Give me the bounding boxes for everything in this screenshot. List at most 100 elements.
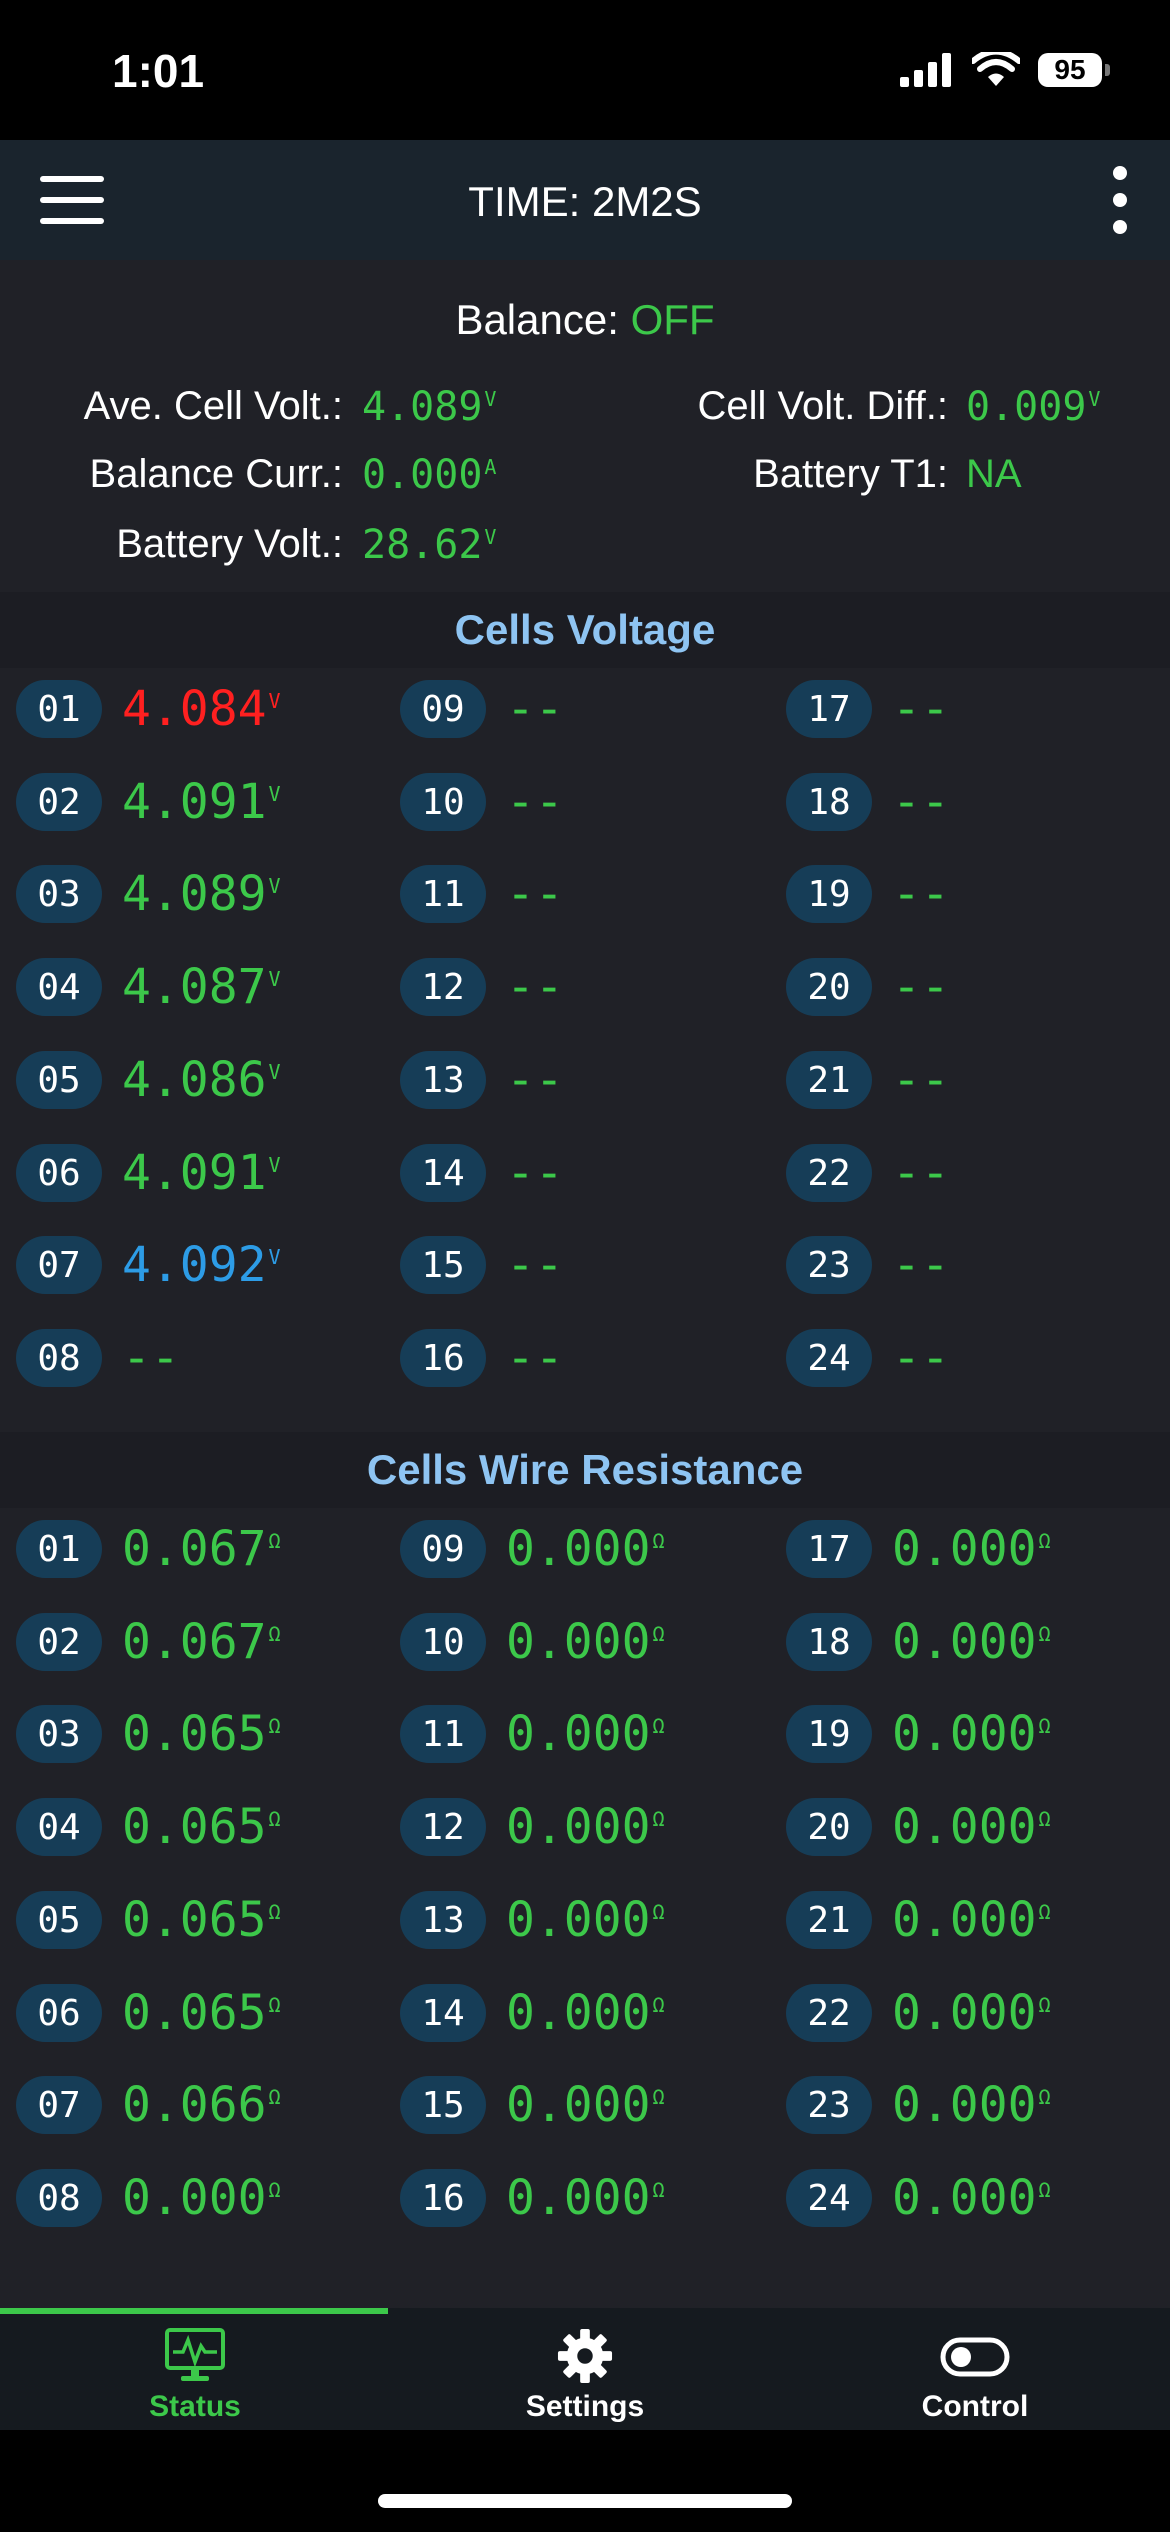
resistance-cell-value: 0.000 Ω xyxy=(506,1985,665,2041)
home-indicator-area xyxy=(0,2430,1170,2532)
voltage-cell-value: -- xyxy=(892,774,950,830)
app-bar: TIME: 2M2S xyxy=(0,140,1170,260)
voltage-cell: 18 -- xyxy=(786,771,950,833)
voltage-cell-value: -- xyxy=(506,959,564,1015)
resistance-cell-number-badge: 08 xyxy=(16,2169,102,2227)
cells-voltage-title: Cells Voltage xyxy=(0,592,1170,668)
resistance-cell-value: 0.065 Ω xyxy=(122,1985,281,2041)
resistance-cell: 04 0.065 Ω xyxy=(16,1796,281,1858)
resistance-cell: 16 0.000 Ω xyxy=(400,2167,665,2229)
summary-row-3: Battery Volt.: 28.62 V xyxy=(0,522,1170,582)
battery-t1-value: NA xyxy=(966,452,1022,496)
resistance-cell-number-badge: 11 xyxy=(400,1705,486,1763)
ave-cell-volt-label: Ave. Cell Volt.: xyxy=(83,384,343,428)
active-tab-indicator xyxy=(0,2308,388,2314)
voltage-cell-value: 4.092 V xyxy=(122,1237,281,1293)
tab-status[interactable]: Status xyxy=(0,2318,390,2430)
resistance-cell-value: 0.000 Ω xyxy=(892,1521,1051,1577)
voltage-cell-value: 4.089 V xyxy=(122,866,281,922)
summary-row-2: Balance Curr.: 0.000 A Battery T1: NA xyxy=(0,452,1170,512)
voltage-cell-number-badge: 05 xyxy=(16,1051,102,1109)
resistance-cell-value: 0.066 Ω xyxy=(122,2077,281,2133)
resistance-cell: 09 0.000 Ω xyxy=(400,1518,665,1580)
voltage-cell-number-badge: 14 xyxy=(400,1144,486,1202)
balance-value: OFF xyxy=(630,296,715,343)
voltage-cell: 01 4.084 V xyxy=(16,678,281,740)
resistance-cell: 05 0.065 Ω xyxy=(16,1889,281,1951)
voltage-cell-number-badge: 16 xyxy=(400,1329,486,1387)
resistance-cell-number-badge: 22 xyxy=(786,1984,872,2042)
resistance-cell-number-badge: 07 xyxy=(16,2076,102,2134)
voltage-cell-value: 4.084 V xyxy=(122,681,281,737)
resistance-cell-number-badge: 05 xyxy=(16,1891,102,1949)
tab-control-label: Control xyxy=(921,2390,1029,2423)
resistance-cell: 20 0.000 Ω xyxy=(786,1796,1051,1858)
resistance-cell-value: 0.065 Ω xyxy=(122,1799,281,1855)
voltage-cell-value: 4.091 V xyxy=(122,1145,281,1201)
voltage-cell: 05 4.086 V xyxy=(16,1049,281,1111)
voltage-cell-number-badge: 18 xyxy=(786,773,872,831)
resistance-cell: 10 0.000 Ω xyxy=(400,1611,665,1673)
resistance-cell: 15 0.000 Ω xyxy=(400,2074,665,2136)
tab-status-label: Status xyxy=(149,2390,241,2423)
resistance-cell: 14 0.000 Ω xyxy=(400,1982,665,2044)
voltage-cell-value: -- xyxy=(892,1330,950,1386)
cells-voltage-grid: 01 4.084 V 02 4.091 V 03 4.089 V 04 4.087 V 05 4.086 V… xyxy=(0,678,1170,1498)
voltage-cell: 16 -- xyxy=(400,1327,564,1389)
voltage-cell-value: -- xyxy=(506,1330,564,1386)
voltage-cell: 13 -- xyxy=(400,1049,564,1111)
voltage-cell: 15 -- xyxy=(400,1234,564,1296)
voltage-cell-number-badge: 01 xyxy=(16,680,102,738)
resistance-cell-number-badge: 12 xyxy=(400,1798,486,1856)
tab-control[interactable]: Control xyxy=(780,2318,1170,2430)
voltage-cell: 06 4.091 V xyxy=(16,1142,281,1204)
voltage-cell-number-badge: 04 xyxy=(16,958,102,1016)
resistance-cell-number-badge: 02 xyxy=(16,1613,102,1671)
resistance-cell: 23 0.000 Ω xyxy=(786,2074,1051,2136)
voltage-cell-value: -- xyxy=(122,1330,180,1386)
voltage-cell: 08 -- xyxy=(16,1327,180,1389)
voltage-cell: 24 -- xyxy=(786,1327,950,1389)
resistance-cell: 06 0.065 Ω xyxy=(16,1982,281,2044)
cells-resistance-title: Cells Wire Resistance xyxy=(0,1432,1170,1508)
voltage-cell-number-badge: 03 xyxy=(16,865,102,923)
signal-icon xyxy=(900,53,951,87)
battery-volt-label: Battery Volt.: xyxy=(116,522,343,566)
resistance-cell: 01 0.067 Ω xyxy=(16,1518,281,1580)
resistance-cell-value: 0.000 Ω xyxy=(892,1892,1051,1948)
voltage-cell-number-badge: 07 xyxy=(16,1236,102,1294)
voltage-cell-number-badge: 17 xyxy=(786,680,872,738)
resistance-cell: 12 0.000 Ω xyxy=(400,1796,665,1858)
voltage-cell: 14 -- xyxy=(400,1142,564,1204)
home-indicator[interactable] xyxy=(378,2494,792,2508)
voltage-cell: 09 -- xyxy=(400,678,564,740)
voltage-cell-number-badge: 24 xyxy=(786,1329,872,1387)
resistance-cell-number-badge: 20 xyxy=(786,1798,872,1856)
voltage-cell-number-badge: 22 xyxy=(786,1144,872,1202)
resistance-cell: 17 0.000 Ω xyxy=(786,1518,1051,1580)
voltage-cell: 10 -- xyxy=(400,771,564,833)
gear-icon xyxy=(557,2328,613,2384)
resistance-cell: 13 0.000 Ω xyxy=(400,1889,665,1951)
voltage-cell-number-badge: 12 xyxy=(400,958,486,1016)
voltage-cell-value: -- xyxy=(506,681,564,737)
balance-status: Balance: OFF xyxy=(0,296,1170,344)
resistance-cell-number-badge: 06 xyxy=(16,1984,102,2042)
tab-settings[interactable]: Settings xyxy=(390,2318,780,2430)
cell-volt-diff-label: Cell Volt. Diff.: xyxy=(697,384,948,428)
resistance-cell-value: 0.000 Ω xyxy=(892,2170,1051,2226)
monitor-pulse-icon xyxy=(165,2328,225,2381)
voltage-cell: 07 4.092 V xyxy=(16,1234,281,1296)
resistance-cell-number-badge: 19 xyxy=(786,1705,872,1763)
resistance-cell: 24 0.000 Ω xyxy=(786,2167,1051,2229)
ave-cell-volt-value: 4.089 V xyxy=(362,384,497,430)
resistance-cell-value: 0.000 Ω xyxy=(892,1706,1051,1762)
resistance-cell: 02 0.067 Ω xyxy=(16,1611,281,1673)
resistance-cell-value: 0.000 Ω xyxy=(506,1799,665,1855)
voltage-cell-value: -- xyxy=(892,959,950,1015)
resistance-cell-value: 0.000 Ω xyxy=(892,1985,1051,2041)
resistance-cell-number-badge: 16 xyxy=(400,2169,486,2227)
more-options-icon[interactable] xyxy=(1110,166,1130,234)
resistance-cell: 07 0.066 Ω xyxy=(16,2074,281,2136)
resistance-cell: 22 0.000 Ω xyxy=(786,1982,1051,2044)
